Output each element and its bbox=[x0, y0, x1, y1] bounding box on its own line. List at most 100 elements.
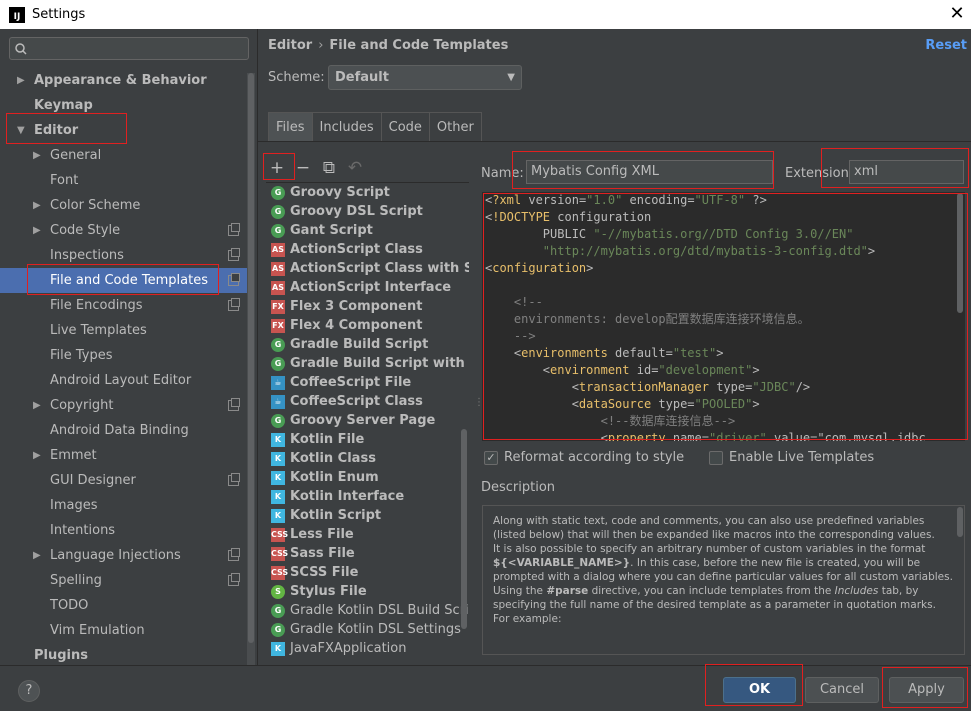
template-item[interactable]: AS ActionScript Interface bbox=[266, 278, 469, 297]
collapsed-arrow-icon[interactable]: ▶ bbox=[17, 68, 25, 93]
cancel-button[interactable]: Cancel bbox=[805, 677, 879, 703]
sidebar-item-copyright[interactable]: ▶ Copyright bbox=[0, 393, 250, 418]
template-item[interactable]: FX Flex 3 Component bbox=[266, 297, 469, 316]
collapsed-arrow-icon[interactable]: ▶ bbox=[33, 543, 41, 568]
template-label: Kotlin Enum bbox=[290, 470, 379, 485]
template-item[interactable]: ☕ CoffeeScript Class bbox=[266, 392, 469, 411]
copy-icon[interactable]: ⧉ bbox=[316, 156, 342, 180]
reformat-checkbox[interactable]: ✓ Reformat according to style bbox=[484, 450, 684, 465]
template-code-editor[interactable]: <?xml version="1.0" encoding="UTF-8" ?> <… bbox=[482, 192, 965, 441]
sidebar-item-language-injections[interactable]: ▶ Language Injections bbox=[0, 543, 250, 568]
splitter-handle[interactable]: ⋮ bbox=[474, 397, 484, 411]
template-item[interactable]: K Kotlin Class bbox=[266, 449, 469, 468]
template-item[interactable]: K Kotlin File bbox=[266, 430, 469, 449]
sidebar-item-code-style[interactable]: ▶ Code Style bbox=[0, 218, 250, 243]
add-icon[interactable]: + bbox=[264, 156, 290, 180]
collapsed-arrow-icon[interactable]: ▶ bbox=[33, 218, 41, 243]
template-item[interactable]: G Gradle Build Script with wrap bbox=[266, 354, 469, 373]
reset-link[interactable]: Reset bbox=[925, 38, 967, 53]
collapsed-arrow-icon[interactable]: ▶ bbox=[33, 193, 41, 218]
template-item[interactable]: K JavaFXApplication bbox=[266, 639, 469, 656]
template-item[interactable]: CSS Sass File bbox=[266, 544, 469, 563]
template-item[interactable]: K Kotlin Enum bbox=[266, 468, 469, 487]
sidebar-item-inspections[interactable]: Inspections bbox=[0, 243, 250, 268]
collapsed-arrow-icon[interactable]: ▶ bbox=[33, 393, 41, 418]
breadcrumb-editor[interactable]: Editor bbox=[268, 38, 312, 53]
template-item[interactable]: G Groovy Server Page bbox=[266, 411, 469, 430]
expanded-arrow-icon[interactable]: ▼ bbox=[17, 118, 25, 143]
sidebar-item-intentions[interactable]: Intentions bbox=[0, 518, 250, 543]
scheme-dropdown[interactable]: Default ▼ bbox=[328, 65, 522, 90]
template-item[interactable]: K Kotlin Interface bbox=[266, 487, 469, 506]
breadcrumb-current: File and Code Templates bbox=[329, 38, 509, 53]
template-item[interactable]: AS ActionScript Class with Super bbox=[266, 259, 469, 278]
remove-icon[interactable]: − bbox=[290, 156, 316, 180]
apply-button[interactable]: Apply bbox=[889, 677, 964, 703]
sidebar-item-label: Code Style bbox=[50, 223, 121, 238]
sidebar-item-android-data-binding[interactable]: Android Data Binding bbox=[0, 418, 250, 443]
window-title: Settings bbox=[32, 7, 86, 22]
template-item[interactable]: CSS SCSS File bbox=[266, 563, 469, 582]
tab-includes[interactable]: Includes bbox=[311, 112, 382, 141]
code-line: <configuration> bbox=[485, 261, 594, 275]
template-label: ActionScript Interface bbox=[290, 280, 452, 295]
sidebar-item-font[interactable]: Font bbox=[0, 168, 250, 193]
sidebar-item-live-templates[interactable]: Live Templates bbox=[0, 318, 250, 343]
desc-code: ${<VARIABLE_NAME>} bbox=[493, 557, 631, 569]
live-templates-checkbox[interactable]: Enable Live Templates bbox=[709, 450, 874, 465]
template-item[interactable]: CSS Less File bbox=[266, 525, 469, 544]
sidebar-item-android-layout-editor[interactable]: Android Layout Editor bbox=[0, 368, 250, 393]
sidebar-scrollbar[interactable] bbox=[247, 73, 255, 665]
desc-italic: Includes bbox=[834, 585, 879, 597]
sidebar-item-todo[interactable]: TODO bbox=[0, 593, 250, 618]
sidebar-item-color-scheme[interactable]: ▶ Color Scheme bbox=[0, 193, 250, 218]
tab-other[interactable]: Other bbox=[428, 112, 482, 141]
sidebar-item-spelling[interactable]: Spelling bbox=[0, 568, 250, 593]
description-label: Description bbox=[481, 480, 556, 495]
template-item[interactable]: S Stylus File bbox=[266, 582, 469, 601]
help-icon[interactable]: ? bbox=[18, 680, 40, 702]
code-line: <!DOCTYPE configuration bbox=[485, 210, 652, 224]
editor-scrollbar[interactable] bbox=[957, 193, 963, 313]
sidebar-item-emmet[interactable]: ▶ Emmet bbox=[0, 443, 250, 468]
sidebar-item-label: GUI Designer bbox=[50, 473, 136, 488]
extension-field[interactable]: xml bbox=[849, 160, 964, 184]
description-scrollbar[interactable] bbox=[957, 507, 963, 537]
tab-files[interactable]: Files bbox=[268, 112, 313, 141]
template-item[interactable]: G Gradle Kotlin DSL Settings bbox=[266, 620, 469, 639]
tab-code[interactable]: Code bbox=[380, 112, 430, 141]
template-item[interactable]: AS ActionScript Class bbox=[266, 240, 469, 259]
sidebar-item-gui-designer[interactable]: GUI Designer bbox=[0, 468, 250, 493]
sidebar-item-label: Language Injections bbox=[50, 548, 181, 563]
sidebar-item-keymap[interactable]: Keymap bbox=[0, 93, 250, 118]
template-label: Groovy Server Page bbox=[290, 413, 436, 428]
template-item[interactable]: FX Flex 4 Component bbox=[266, 316, 469, 335]
name-field[interactable]: Mybatis Config XML bbox=[526, 160, 773, 184]
sidebar-item-vim-emulation[interactable]: Vim Emulation bbox=[0, 618, 250, 643]
sidebar-item-plugins[interactable]: Plugins bbox=[0, 643, 250, 665]
template-item[interactable]: ☕ CoffeeScript File bbox=[266, 373, 469, 392]
template-item[interactable]: K Kotlin Script bbox=[266, 506, 469, 525]
template-item[interactable]: G Gant Script bbox=[266, 221, 469, 240]
sidebar-item-label: File Encodings bbox=[50, 298, 143, 313]
template-list-scrollbar[interactable] bbox=[461, 429, 467, 629]
template-item[interactable]: G Gradle Build Script bbox=[266, 335, 469, 354]
template-item[interactable]: G Gradle Kotlin DSL Build Script bbox=[266, 601, 469, 620]
ok-button[interactable]: OK bbox=[723, 677, 796, 703]
collapsed-arrow-icon[interactable]: ▶ bbox=[33, 143, 41, 168]
title-bar: IJ Settings ✕ bbox=[0, 0, 971, 29]
sidebar-item-file-and-code-templates[interactable]: File and Code Templates bbox=[0, 268, 250, 293]
sidebar-item-appearance-behavior[interactable]: ▶ Appearance & Behavior bbox=[0, 68, 250, 93]
sidebar-item-file-types[interactable]: File Types bbox=[0, 343, 250, 368]
sidebar-item-general[interactable]: ▶ General bbox=[0, 143, 250, 168]
sidebar-item-file-encodings[interactable]: File Encodings bbox=[0, 293, 250, 318]
collapsed-arrow-icon[interactable]: ▶ bbox=[33, 443, 41, 468]
sidebar-item-editor[interactable]: ▼ Editor bbox=[0, 118, 250, 143]
template-item[interactable]: G Groovy DSL Script bbox=[266, 202, 469, 221]
template-item[interactable]: G Groovy Script bbox=[266, 183, 469, 202]
sidebar-item-label: Editor bbox=[34, 123, 79, 138]
search-input[interactable] bbox=[9, 37, 249, 60]
sidebar-item-images[interactable]: Images bbox=[0, 493, 250, 518]
reset-icon[interactable]: ↶ bbox=[342, 156, 368, 180]
close-icon[interactable]: ✕ bbox=[947, 3, 967, 25]
